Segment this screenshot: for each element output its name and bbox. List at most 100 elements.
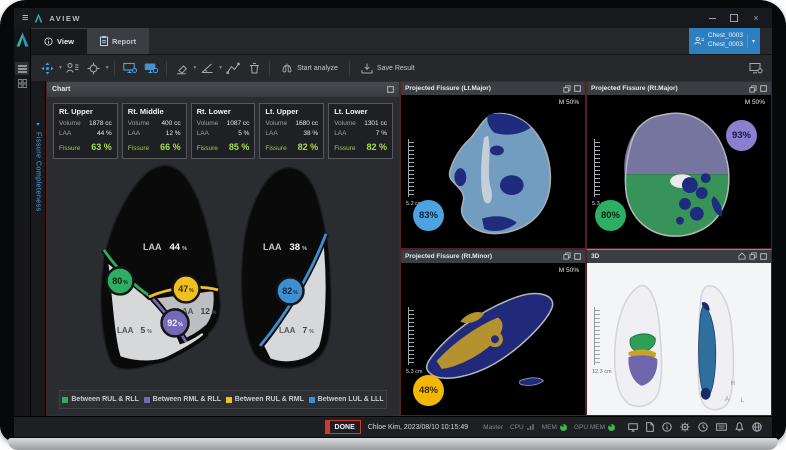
status-bar: DONE Chloe Kim, 2023/08/10 10:15:49 Mast… — [14, 416, 772, 437]
cpu-indicator: CPU — [510, 423, 535, 431]
tab-report-label: Report — [112, 37, 136, 46]
chart-panel-header: Chart — [47, 82, 399, 97]
monitor-icon[interactable] — [628, 423, 638, 432]
badge-rul-rll: 80% — [107, 268, 134, 295]
start-analyze-label: Start analyze — [297, 65, 338, 72]
orientation-a-label: A — [725, 397, 729, 403]
layout-config-button[interactable] — [746, 58, 766, 78]
layout-list-button[interactable] — [15, 62, 29, 75]
legend-item-rul-rml: Between RUL & RML — [226, 396, 304, 403]
pan-tool-button[interactable] — [37, 58, 57, 78]
fissure-completeness-panel-label: Fissure Completeness — [35, 132, 42, 212]
polyline-tool-button[interactable] — [223, 58, 243, 78]
tab-view[interactable]: View — [31, 28, 87, 54]
viewport-header: Projected Fissure (Rt.Major) — [587, 82, 771, 95]
viewport-image[interactable]: M 50% 5.2 cm 83% — [401, 95, 585, 248]
viewport-lt-major[interactable]: Projected Fissure (Lt.Major) — [400, 81, 586, 249]
history-icon[interactable] — [698, 422, 708, 432]
menu-icon[interactable]: ≡ — [22, 13, 28, 24]
magnification-label: M 50% — [559, 99, 579, 106]
maximize-view-icon[interactable] — [760, 253, 767, 260]
viewport-rt-minor[interactable]: Projected Fissure (Rt.Minor) — [400, 249, 586, 417]
copy-view-icon[interactable] — [749, 85, 757, 93]
keyboard-icon[interactable] — [716, 423, 727, 431]
maximize-view-icon[interactable] — [760, 85, 767, 92]
user-session-info: Chloe Kim, 2023/08/10 10:15:49 — [368, 424, 468, 431]
maximize-button[interactable] — [726, 11, 742, 25]
collapsed-panel-strip[interactable]: ▾ Fissure Completeness — [31, 81, 46, 416]
measure-angle-icon — [200, 62, 214, 74]
globe-icon[interactable] — [752, 422, 762, 432]
scale-ruler — [594, 139, 600, 197]
copy-view-icon[interactable] — [749, 252, 757, 260]
pan-dropdown-caret[interactable]: ▾ — [59, 65, 62, 71]
eraser-dropdown-caret[interactable]: ▾ — [194, 65, 197, 71]
bell-icon[interactable] — [735, 422, 744, 432]
patient-info-button[interactable] — [63, 58, 83, 78]
tab-view-label: View — [57, 37, 74, 46]
layout-display-button[interactable] — [120, 58, 140, 78]
patient-selector[interactable]: Chest_0003 Chest_0003 ▾ — [689, 28, 760, 54]
aview-logo-large-icon — [16, 32, 29, 47]
save-result-label: Save Result — [377, 65, 415, 72]
viewport-rt-major[interactable]: Projected Fissure (Rt.Major) — [586, 81, 772, 249]
list-icon — [18, 65, 27, 73]
minimize-button[interactable] — [704, 11, 720, 25]
viewport-image[interactable]: M 50% 5.3 cm 93% 80% — [587, 95, 771, 248]
viewport-title: Projected Fissure (Lt.Major) — [405, 85, 491, 92]
stat-card-lt-lower: Lt. Lower Volume1301 cc LAA7 % Fissure82… — [328, 103, 393, 159]
save-result-button[interactable]: Save Result — [355, 58, 421, 78]
badge-lul-lll: 82% — [277, 278, 304, 305]
stat-card-lt-upper: Lt. Upper Volume1680 cc LAA38 % Fissure8… — [259, 103, 324, 159]
tab-report[interactable]: Report — [87, 28, 149, 54]
viewport-image[interactable]: M 50% 5.3 cm 48% — [401, 263, 585, 416]
patient-list-icon — [66, 62, 79, 74]
eraser-tool-button[interactable] — [172, 58, 192, 78]
mem-gauge-icon — [560, 424, 567, 431]
crosshair-dropdown-caret[interactable]: ▾ — [106, 65, 109, 71]
gear-icon[interactable] — [680, 422, 690, 432]
scale-value: 12.3 cm — [592, 369, 612, 375]
orientation-l-label: L — [741, 398, 744, 404]
legend-item-rul-rll: Between RUL & RLL — [62, 396, 139, 403]
copy-view-icon[interactable] — [563, 85, 571, 93]
viewport-image[interactable]: 12.3 cm H A L — [587, 263, 771, 416]
eraser-icon — [175, 62, 188, 75]
master-label: Master — [483, 424, 503, 431]
status-done-badge: DONE — [325, 420, 361, 434]
viewport-3d[interactable]: 3D — [586, 249, 772, 417]
scale-ruler — [408, 307, 414, 365]
report-tab-icon — [100, 36, 108, 46]
chevron-down-icon[interactable]: ▾ — [747, 34, 755, 48]
lungs-icon — [281, 63, 293, 74]
home-view-icon[interactable] — [738, 252, 746, 260]
gpu-mem-indicator: GPU MEM — [574, 424, 615, 431]
start-analyze-button[interactable]: Start analyze — [275, 58, 344, 78]
close-button[interactable]: × — [748, 11, 764, 25]
measure-dropdown-caret[interactable]: ▾ — [219, 65, 222, 71]
layout-grid-button[interactable] — [15, 77, 29, 90]
trash-icon — [249, 62, 260, 74]
fissure-score-badge-upper: 93% — [726, 120, 757, 151]
badge-rml-rll: 92% — [162, 310, 189, 337]
copy-view-icon[interactable] — [563, 252, 571, 260]
maximize-view-icon[interactable] — [574, 253, 581, 260]
card-title: Lt. Upper — [265, 107, 318, 116]
maximize-panel-icon[interactable] — [387, 86, 394, 93]
pan-icon — [41, 62, 54, 75]
stat-card-rt-lower: Rt. Lower Volume1087 cc LAA5 % Fissure85… — [191, 103, 256, 159]
display-settings-button[interactable] — [141, 58, 161, 78]
tab-bar: View Report — [31, 28, 772, 54]
chevron-down-icon: ▾ — [36, 121, 39, 128]
info-icon[interactable] — [662, 422, 672, 432]
file-icon[interactable] — [646, 422, 654, 432]
crosshair-tool-button[interactable] — [84, 58, 104, 78]
lobe-stat-cards: Rt. Upper Volume1878 cc LAA44 % Fissure6… — [53, 103, 393, 159]
scale-ruler — [594, 307, 600, 365]
chart-panel: Chart Rt. Upper Volume1878 cc LAA44 % — [46, 81, 400, 416]
maximize-view-icon[interactable] — [574, 85, 581, 92]
gpu-gauge-icon — [608, 424, 615, 431]
delete-tool-button[interactable] — [244, 58, 264, 78]
measure-tool-button[interactable] — [197, 58, 217, 78]
device-base — [8, 438, 778, 450]
